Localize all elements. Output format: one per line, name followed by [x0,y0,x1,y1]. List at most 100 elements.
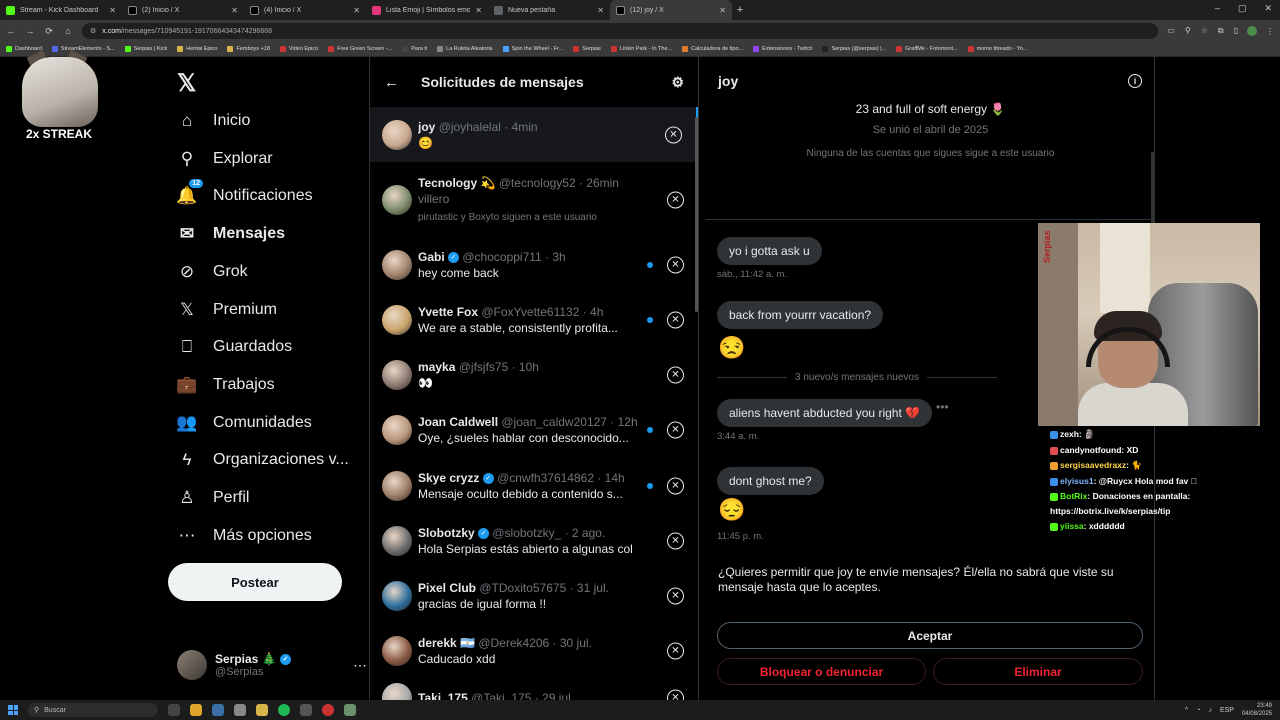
app-icon[interactable] [212,704,224,716]
dismiss-request-icon[interactable]: ✕ [667,532,684,549]
message-options-icon[interactable]: ••• [936,400,949,414]
message-request-row[interactable]: Yvette Fox @FoxYvette61132 · 4h We are a … [370,292,698,347]
bookmark-item[interactable]: Serpias (@serpias) |... [822,46,886,52]
nav-item-inicio[interactable]: ⌂ Inicio [177,111,251,131]
site-info-icon[interactable]: ⚙ [90,27,96,35]
close-icon[interactable]: ✕ [353,6,360,15]
message-bubble[interactable]: back from yourrr vacation? [717,301,884,329]
gear-icon[interactable]: ⚙ [671,74,684,91]
bookmark-item[interactable]: Hentai Epico [177,46,217,52]
post-button[interactable]: Postear [168,563,342,601]
close-icon[interactable]: ✕ [719,6,726,15]
bookmark-item[interactable]: Femboys +18 [227,46,270,52]
nav-item-explorar[interactable]: ⚲ Explorar [177,149,273,169]
browser-tab[interactable]: (12) joy / X ✕ [610,0,732,20]
dismiss-request-icon[interactable]: ✕ [667,587,684,604]
tray-chevron-icon[interactable]: ^ [1185,707,1188,714]
message-bubble[interactable]: aliens havent abducted you right 💔 [717,399,933,427]
network-icon[interactable]: ◔ [1196,707,1200,714]
bookmark-item[interactable]: La Ruleta Aleatoria [437,46,493,52]
volume-icon[interactable]: ♪ [1208,707,1212,714]
message-request-row[interactable]: Tecnology 💫 @tecnology52 · 26min villero p… [370,162,698,237]
bookmark-item[interactable]: Linkin Park - In The... [610,46,672,52]
dismiss-request-icon[interactable]: ✕ [667,256,684,273]
delete-button[interactable]: Eliminar [933,658,1143,685]
profile-avatar[interactable] [1247,26,1257,36]
close-icon[interactable]: ✕ [475,6,482,15]
message-request-row[interactable]: joy @joyhalelal · 4min 😊 ✕ [370,107,698,162]
bookmark-item[interactable]: Spin the Wheel - Fr... [502,46,563,52]
message-request-row[interactable]: Skye cryzz ✓ @cnwfh37614862 · 14h Mensaje… [370,458,698,513]
accept-button[interactable]: Aceptar [717,622,1143,649]
dismiss-request-icon[interactable]: ✕ [667,191,684,208]
extensions-icon[interactable]: ⧉ [1218,26,1224,36]
nav-item-perfil[interactable]: ♙ Perfil [177,488,249,508]
bookmark-item[interactable]: Dashboard [6,46,42,52]
message-request-row[interactable]: Taki_175 @Taki_175 · 29 jul. ✕ [370,678,698,700]
task-view-icon[interactable] [168,704,180,716]
message-request-row[interactable]: mayka @jfsjfs75 · 10h 👀 ✕ [370,347,698,402]
app-icon[interactable] [234,704,246,716]
obs-icon[interactable] [322,704,334,716]
close-icon[interactable]: ✕ [231,6,238,15]
message-emoji[interactable]: 😒 [718,335,745,361]
nav-item-organizaciones-v[interactable]: ϟ Organizaciones v... [177,450,349,470]
message-request-row[interactable]: derekk 🇦🇷 @Derek4206 · 30 jul. Caducado x… [370,623,698,678]
nav-item-guardados[interactable]: ⎕ Guardados [177,337,292,357]
bookmark-item[interactable]: Calculadora de tipo... [682,46,743,52]
dismiss-request-icon[interactable]: ✕ [665,126,682,143]
message-emoji[interactable]: 😔 [718,497,745,523]
nav-item-grok[interactable]: ⊘ Grok [177,262,248,282]
dismiss-request-icon[interactable]: ✕ [667,477,684,494]
taskbar-search[interactable]: ⚲ Buscar [28,703,158,717]
dismiss-request-icon[interactable]: ✕ [667,311,684,328]
browser-tab[interactable]: Nueva pestaña ✕ [488,0,610,20]
bookmark-item[interactable]: Extensiones - Twitch [753,46,812,52]
sidebar-icon[interactable]: ▯ [1234,26,1238,36]
browser-tab[interactable]: (4) Inicio / X ✕ [244,0,366,20]
browser-tab[interactable]: Stream - Kick Dashboard ✕ [0,0,122,20]
info-icon[interactable]: i [1128,74,1142,88]
dismiss-request-icon[interactable]: ✕ [667,642,684,659]
close-window-icon[interactable]: ✕ [1264,3,1272,14]
close-icon[interactable]: ✕ [109,6,116,15]
nav-item-m-s-opciones[interactable]: ⋯ Más opciones [177,526,312,546]
new-tab-icon[interactable]: + [732,4,748,16]
language-indicator[interactable]: ESP [1220,707,1234,714]
block-report-button[interactable]: Bloquear o denunciar [717,658,926,685]
browser-tab[interactable]: (2) Inicio / X ✕ [122,0,244,20]
bookmark-item[interactable]: Para ti [402,46,427,52]
clock[interactable]: 23:49 04/08/2025 [1242,702,1272,718]
back-arrow-icon[interactable]: ← [6,26,16,36]
close-icon[interactable]: ✕ [597,6,604,15]
back-arrow-icon[interactable]: ← [384,74,399,91]
message-bubble[interactable]: yo i gotta ask u [717,237,822,265]
more-dots-icon[interactable]: ⋯ [353,657,367,674]
cast-icon[interactable]: ▭ [1167,26,1175,36]
scrollbar[interactable] [695,117,698,312]
bookmark-item[interactable]: Serpias | Kick [124,46,167,52]
dismiss-request-icon[interactable]: ✕ [667,421,684,439]
message-request-row[interactable]: Gabi ✓ @chocoppi711 · 3h hey come back ✕ [370,237,698,292]
nav-item-trabajos[interactable]: 💼 Trabajos [176,375,274,395]
x-logo-icon[interactable]: 𝕏 [177,69,196,98]
nav-item-premium[interactable]: 𝕏 Premium [177,300,277,320]
bookmark-item[interactable]: StreamElements - S... [51,46,115,52]
windows-start-icon[interactable] [8,705,18,715]
message-request-row[interactable]: Slobotzky ✓ @slobotzky_ · 2 ago. Hola Ser… [370,513,698,568]
app-icon[interactable] [300,704,312,716]
nav-item-notificaciones[interactable]: 🔔 12 Notificaciones [176,179,313,206]
bookmark-item[interactable]: Free Green Screen -... [328,46,392,52]
message-bubble[interactable]: dont ghost me? [717,467,824,495]
dismiss-request-icon[interactable]: ✕ [667,366,684,383]
dismiss-request-icon[interactable]: ✕ [667,689,684,700]
nav-item-comunidades[interactable]: 👥 Comunidades [176,413,311,433]
home-button-icon[interactable]: ⌂ [63,26,73,36]
bookmark-item[interactable]: Serpias [573,46,601,52]
bookmark-item[interactable]: GraffMe - Fotomont... [896,46,958,52]
bookmark-item[interactable]: Video Epico [279,46,318,52]
bookmark-item[interactable]: momo titreado - Yo... [967,46,1027,52]
forward-arrow-icon[interactable]: → [25,26,35,36]
address-bar[interactable]: ⚙ x.com/messages/710945191-1917066434347… [82,23,1159,39]
nav-item-mensajes[interactable]: ✉ Mensajes [177,224,285,244]
